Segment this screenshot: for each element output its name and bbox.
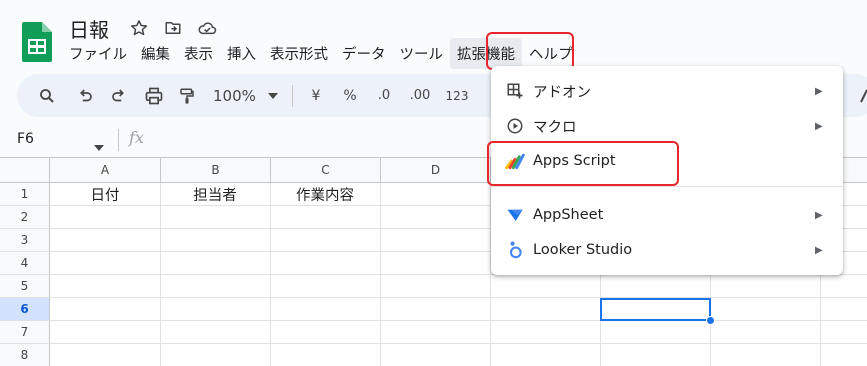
addons-icon [505, 81, 525, 101]
submenu-arrow-icon: ▶ [815, 85, 823, 97]
menu-item-label: アドオン [533, 84, 591, 101]
fx-icon: fx [129, 128, 144, 147]
select-all-corner[interactable] [0, 158, 50, 183]
submenu-arrow-icon: ▶ [815, 244, 823, 256]
menu-item-label: Looker Studio [533, 242, 633, 258]
chart-icon[interactable] [857, 74, 867, 117]
menu-item-label: マクロ [533, 119, 577, 136]
percent-format-button[interactable]: % [339, 74, 361, 117]
cloud-saved-icon[interactable] [196, 17, 218, 39]
submenu-arrow-icon: ▶ [815, 120, 823, 132]
cell-a1[interactable]: 日付 [50, 183, 160, 206]
percent-symbol: % [343, 87, 357, 104]
decrease-decimal-button[interactable]: .0 [371, 74, 397, 117]
column-header-a[interactable]: A [50, 158, 161, 183]
cell-c1[interactable]: 作業内容 [270, 183, 380, 206]
number-format-label: 123 [445, 88, 469, 103]
column-header-d[interactable]: D [381, 158, 491, 183]
menu-item-appsheet[interactable]: AppSheet ▶ [491, 198, 843, 232]
row-header-1[interactable]: 1 [0, 183, 50, 206]
appsheet-icon [505, 205, 525, 225]
cell-b1[interactable]: 担当者 [160, 183, 270, 206]
redo-icon[interactable] [107, 74, 131, 117]
menu-data[interactable]: データ [335, 38, 393, 69]
row-header-3[interactable]: 3 [0, 229, 50, 252]
formula-bar-divider [118, 129, 119, 151]
sheets-logo-icon[interactable] [22, 22, 52, 62]
macro-play-icon [505, 116, 525, 136]
row-header-7[interactable]: 7 [0, 321, 50, 344]
menu-tools[interactable]: ツール [393, 38, 451, 69]
menu-file[interactable]: ファイル [62, 38, 134, 69]
number-format-button[interactable]: 123 [443, 74, 471, 117]
menu-view[interactable]: 表示 [177, 38, 220, 69]
row-header-4[interactable]: 4 [0, 252, 50, 275]
menu-item-macros[interactable]: マクロ ▶ [491, 109, 843, 143]
menu-edit[interactable]: 編集 [134, 38, 177, 69]
menu-item-label: AppSheet [533, 207, 604, 223]
increase-decimal-label: .00 [409, 88, 431, 103]
row-header-5[interactable]: 5 [0, 275, 50, 298]
search-menus-icon[interactable] [35, 74, 59, 117]
star-icon[interactable] [128, 17, 150, 39]
undo-icon[interactable] [73, 74, 97, 117]
menu-divider [491, 186, 843, 187]
row-header-6[interactable]: 6 [0, 298, 50, 321]
apps-script-highlight [487, 141, 679, 186]
selected-cell-f6[interactable] [600, 298, 711, 321]
submenu-arrow-icon: ▶ [815, 209, 823, 221]
name-box-caret-icon[interactable] [94, 136, 104, 155]
row-header-2[interactable]: 2 [0, 206, 50, 229]
zoom-caret-icon[interactable] [265, 74, 281, 117]
grid-line [50, 343, 867, 344]
row-header-8[interactable]: 8 [0, 344, 50, 366]
menu-format[interactable]: 表示形式 [263, 38, 335, 69]
extensions-menu-highlight [486, 32, 574, 70]
fill-handle[interactable] [706, 316, 715, 325]
name-box[interactable]: F6 [17, 131, 34, 147]
toolbar-divider [292, 85, 293, 107]
menu-item-addons[interactable]: アドオン ▶ [491, 74, 843, 108]
looker-studio-icon [505, 240, 525, 260]
column-header-b[interactable]: B [161, 158, 271, 183]
currency-symbol: ¥ [311, 87, 321, 104]
menu-item-looker-studio[interactable]: Looker Studio ▶ [491, 233, 843, 267]
paint-format-icon[interactable] [175, 74, 199, 117]
increase-decimal-button[interactable]: .00 [405, 74, 435, 117]
currency-format-button[interactable]: ¥ [305, 74, 327, 117]
column-header-c[interactable]: C [271, 158, 381, 183]
zoom-value: 100% [213, 86, 256, 105]
move-to-folder-icon[interactable] [162, 17, 184, 39]
menu-insert[interactable]: 挿入 [220, 38, 263, 69]
zoom-select[interactable]: 100% [213, 74, 261, 117]
grid-line [50, 297, 867, 298]
print-icon[interactable] [141, 74, 167, 117]
decrease-decimal-label: .0 [377, 88, 391, 103]
grid-line [50, 320, 867, 321]
